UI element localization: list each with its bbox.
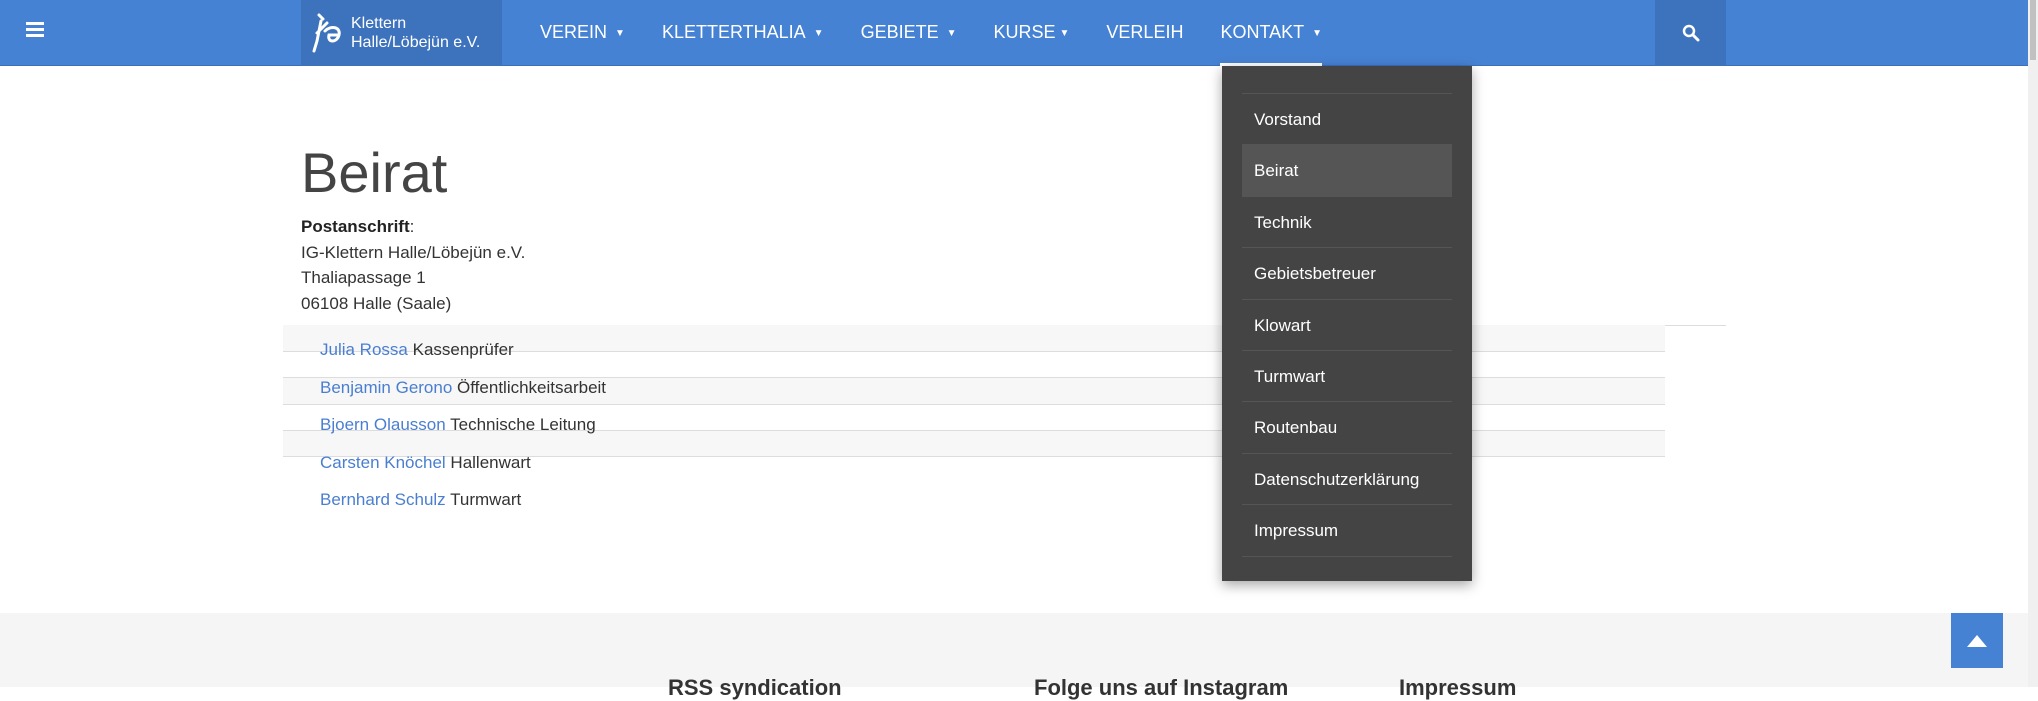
logo-climber-icon (312, 13, 341, 53)
person-link[interactable]: Julia Rossa (320, 340, 408, 359)
nav-verein[interactable]: VEREIN ▼ (540, 0, 625, 66)
caret-down-icon: ▼ (615, 28, 625, 39)
person-role: Turmwart (450, 490, 522, 509)
person-role: Öffentlichkeitsarbeit (457, 377, 607, 397)
nav-kontakt[interactable]: KONTAKT ▼ (1220, 0, 1323, 66)
caret-down-icon: ▼ (946, 28, 957, 39)
main-menu: VEREIN ▼ KLETTERTHALIA ▼ GEBIETE ▼ KURSE ▼ V… (540, 0, 1359, 66)
address-line: IG-Klettern Halle/Löbejün e.V. (301, 242, 526, 262)
search-button[interactable] (1655, 0, 1726, 66)
kontakt-dropdown-menu: Vorstand Beirat Technik Gebietsbetreuer … (1222, 66, 1472, 581)
address-line: Thaliapassage 1 (301, 268, 426, 287)
nav-label: KLETTERTHALIA (661, 22, 806, 42)
dropdown-item-klowart[interactable]: Klowart (1242, 298, 1452, 350)
dropdown-item-gebietsbetreuer[interactable]: Gebietsbetreuer (1242, 247, 1452, 298)
list-item: Benjamin Gerono Öffentlichkeitsarbeit (320, 375, 606, 413)
footer-heading-impressum: Impressum (1399, 675, 1517, 700)
nav-kletterthalia[interactable]: KLETTERTHALIA ▼ (662, 0, 824, 66)
list-item: Bernhard Schulz Turmwart (320, 487, 606, 525)
dropdown-item-turmwart[interactable]: Turmwart (1242, 349, 1452, 401)
footer: RSS syndication Folge uns auf Instagram … (0, 613, 2028, 700)
nav-label: GEBIETE (860, 22, 939, 42)
address-colon: : (409, 217, 415, 236)
dropdown-item-routenbau[interactable]: Routenbau (1242, 401, 1452, 452)
list-item: Julia Rossa Kassenprüfer (320, 337, 606, 375)
nav-kurse[interactable]: KURSE ▼ (994, 0, 1070, 66)
site-logo[interactable]: Klettern Halle/Löbejün e.V. (301, 0, 502, 66)
person-link[interactable]: Carsten Knöchel (320, 453, 446, 472)
person-link[interactable]: Benjamin Gerono (320, 378, 452, 397)
people-list: Julia Rossa Kassenprüfer Benjamin Gerono… (320, 337, 606, 525)
search-icon (1682, 24, 1699, 42)
person-role: Kassenprüfer (412, 340, 514, 359)
caret-down-icon: ▼ (1059, 28, 1070, 39)
scrollbar-thumb[interactable] (2030, 0, 2036, 60)
postal-address: Postanschrift: IG-Klettern Halle/Löbejün… (301, 214, 525, 316)
page-title: Beirat (301, 141, 448, 204)
footer-heading-rss: RSS syndication (668, 675, 842, 700)
list-item: Bjoern Olausson Technische Leitung (320, 412, 606, 450)
arrow-up-icon (1967, 634, 1987, 647)
person-link[interactable]: Bernhard Schulz (320, 490, 446, 509)
nav-label: VEREIN (540, 22, 608, 42)
nav-label: KONTAKT (1220, 22, 1305, 42)
footer-heading-instagram: Folge uns auf Instagram (1034, 675, 1289, 700)
caret-down-icon: ▼ (813, 28, 824, 39)
person-role: Hallenwart (450, 452, 531, 472)
dropdown-item-datenschutz[interactable]: Datenschutzerklärung (1242, 452, 1452, 504)
logo-line1: Klettern (351, 15, 407, 32)
nav-gebiete[interactable]: GEBIETE ▼ (861, 0, 957, 66)
caret-down-icon: ▼ (1312, 28, 1323, 39)
dropdown-item-beirat[interactable]: Beirat (1242, 144, 1452, 196)
scrollbar[interactable] (2028, 0, 2038, 687)
back-to-top-button[interactable] (1951, 613, 2003, 668)
logo-line2: Halle/Löbejün e.V. (351, 34, 481, 51)
address-line: 06108 Halle (Saale) (301, 293, 452, 313)
address-label: Postanschrift (301, 217, 410, 236)
dropdown-item-vorstand[interactable]: Vorstand (1242, 93, 1452, 144)
nav-label: VERLEIH (1106, 22, 1184, 42)
dropdown-item-technik[interactable]: Technik (1242, 195, 1452, 247)
top-navbar: Klettern Halle/Löbejün e.V. VEREIN ▼ KLETT… (0, 0, 2028, 66)
dropdown-item-impressum[interactable]: Impressum (1242, 504, 1452, 555)
nav-verleih[interactable]: VERLEIH (1106, 0, 1183, 66)
person-role: Technische Leitung (450, 415, 596, 434)
person-link[interactable]: Bjoern Olausson (320, 415, 446, 434)
nav-label: KURSE (993, 22, 1056, 42)
list-item: Carsten Knöchel Hallenwart (320, 450, 606, 488)
hamburger-menu-icon[interactable] (26, 22, 44, 38)
